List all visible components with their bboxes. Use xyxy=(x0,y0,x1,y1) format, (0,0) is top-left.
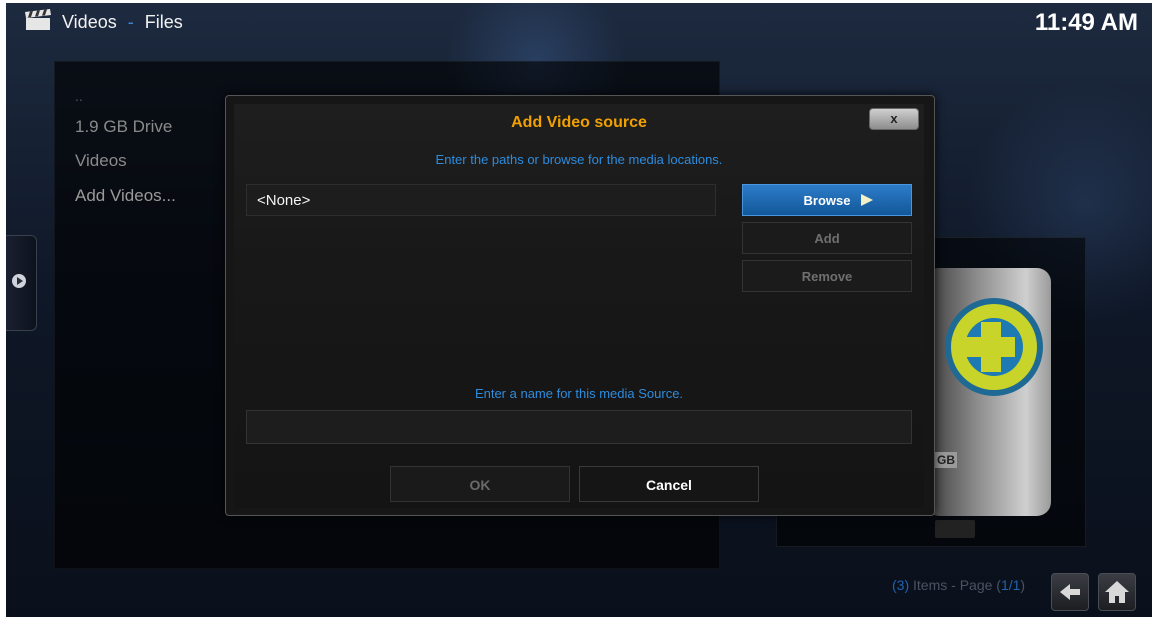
back-button[interactable] xyxy=(1051,573,1089,611)
list-item-videos[interactable]: Videos xyxy=(75,151,127,171)
source-path-field[interactable]: <None> xyxy=(246,184,716,216)
list-item-drive[interactable]: 1.9 GB Drive xyxy=(75,117,172,137)
home-button[interactable] xyxy=(1098,573,1136,611)
ok-button[interactable]: OK xyxy=(390,466,570,502)
kodi-screen: Videos - Files 11:49 AM .. 1.9 GB Drive … xyxy=(6,3,1152,617)
mouse-pointer-icon xyxy=(861,194,873,206)
items-text: Items - Page ( xyxy=(909,577,1001,593)
page-number: 1/1 xyxy=(1000,577,1021,593)
browse-label: Browse xyxy=(803,193,851,208)
home-icon xyxy=(1105,581,1129,603)
usb-port-icon xyxy=(935,520,975,538)
breadcrumb-subsection: Files xyxy=(144,12,183,32)
add-button[interactable]: Add xyxy=(742,222,912,254)
add-source-dialog: Add Video source x Enter the paths or br… xyxy=(225,95,935,516)
back-arrow-icon xyxy=(1060,584,1080,600)
path-hint: Enter the paths or browse for the media … xyxy=(435,152,723,167)
drive-label: GB xyxy=(935,452,957,468)
remove-button[interactable]: Remove xyxy=(742,260,912,292)
dialog-body: Add Video source x Enter the paths or br… xyxy=(234,104,924,508)
breadcrumb-separator: - xyxy=(127,12,134,32)
breadcrumb-section: Videos xyxy=(62,12,117,32)
browse-button[interactable]: Browse xyxy=(742,184,912,216)
dialog-title: Add Video source xyxy=(511,114,647,131)
list-item-parent[interactable]: .. xyxy=(75,88,83,104)
top-bar: Videos - Files 11:49 AM xyxy=(6,3,1152,43)
side-menu-arrow-icon xyxy=(12,274,26,288)
close-icon: x xyxy=(890,111,898,126)
items-status: (3) Items - Page (1/1) xyxy=(892,577,1025,593)
name-hint: Enter a name for this media Source. xyxy=(474,386,684,401)
cancel-button[interactable]: Cancel xyxy=(579,466,759,502)
add-plus-icon xyxy=(945,298,1043,396)
list-item-add-videos[interactable]: Add Videos... xyxy=(75,186,176,206)
close-button[interactable]: x xyxy=(869,108,919,130)
source-name-field[interactable] xyxy=(246,410,912,444)
clapperboard-icon xyxy=(25,9,51,30)
drive-icon: GB xyxy=(925,268,1051,538)
side-menu-tab[interactable] xyxy=(6,235,37,331)
clock: 11:49 AM xyxy=(1034,9,1138,36)
breadcrumb: Videos - Files xyxy=(62,12,183,33)
page-close: ) xyxy=(1020,577,1026,593)
